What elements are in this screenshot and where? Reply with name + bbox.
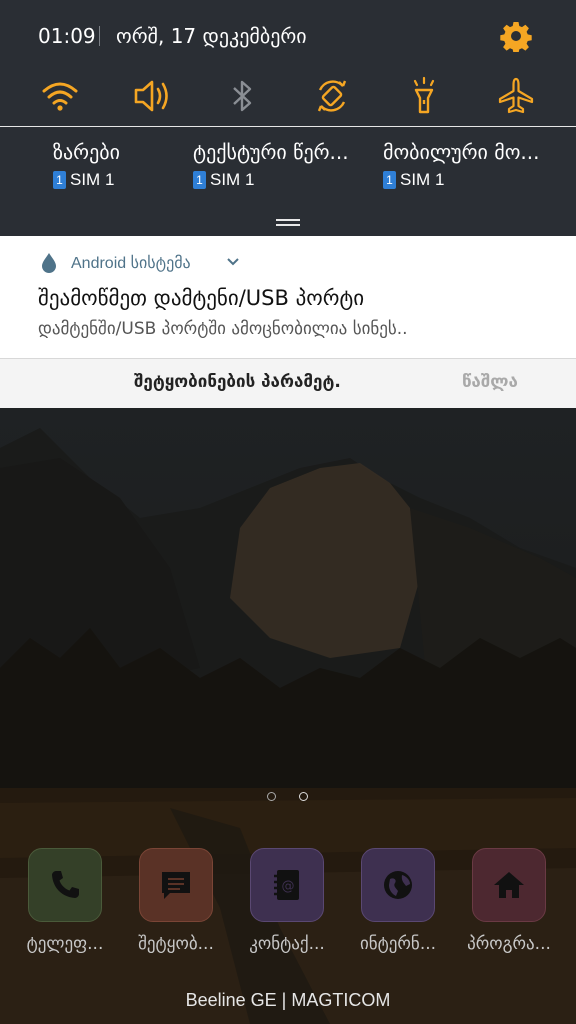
sim-badge-icon: 1	[193, 171, 206, 189]
phone-icon[interactable]	[28, 848, 102, 922]
internet-icon[interactable]	[361, 848, 435, 922]
sim-messages-label: SIM 1	[210, 170, 255, 189]
dock-internet[interactable]: ინტერნ...	[353, 848, 443, 954]
sim-mobile-data[interactable]: მობილური მო... 1 SIM 1	[383, 140, 539, 190]
sim-mobile-data-label: SIM 1	[400, 170, 445, 189]
dock-messages-label: შეტყობ...	[138, 934, 214, 954]
page-dot[interactable]	[299, 792, 308, 801]
page-indicator	[0, 790, 576, 804]
sim-messages-title: ტექსტური წერ...	[193, 140, 349, 164]
airplane-mode-icon[interactable]	[496, 76, 536, 116]
quick-settings	[0, 76, 576, 116]
bluetooth-icon[interactable]	[222, 76, 262, 116]
notification-settings-button[interactable]: შეტყობინების პარამეტ.	[134, 372, 341, 392]
notification-app-name: Android სისტემა	[71, 255, 191, 272]
shade-divider	[0, 126, 576, 127]
dock-messages[interactable]: შეტყობ...	[131, 848, 221, 954]
dock-phone[interactable]: ტელეფ...	[20, 848, 110, 954]
settings-gear-icon[interactable]	[500, 20, 532, 52]
sim-mobile-data-title: მობილური მო...	[383, 140, 540, 164]
status-row: 01:09 ორშ, 17 დეკემბერი	[0, 0, 576, 72]
page-dot-home-icon[interactable]	[267, 792, 276, 801]
drag-handle-icon[interactable]	[276, 219, 300, 221]
water-drop-icon	[42, 253, 56, 273]
clear-button[interactable]: წაშლა	[462, 372, 518, 392]
flashlight-icon[interactable]	[404, 76, 444, 116]
notification-actions: შეტყობინების პარამეტ. წაშლა	[0, 359, 576, 408]
sim-badge-icon: 1	[53, 171, 66, 189]
notification-card[interactable]: Android სისტემა შეამოწმეთ დამტენი/USB პო…	[0, 236, 576, 358]
messages-icon[interactable]	[139, 848, 213, 922]
sound-icon[interactable]	[132, 76, 172, 116]
clock: 01:09	[38, 24, 96, 48]
sim-calls-label: SIM 1	[70, 170, 115, 189]
notification-text: დამტენში/USB პორტში ამოცნობილია სინეს..	[38, 319, 408, 339]
sim-badge-icon: 1	[383, 171, 396, 189]
wifi-icon[interactable]	[40, 76, 80, 116]
contacts-icon[interactable]: @	[250, 848, 324, 922]
drag-handle-icon[interactable]	[276, 224, 300, 226]
sim-messages[interactable]: ტექსტური წერ... 1 SIM 1	[193, 140, 349, 190]
dock-apps-label: პროგრა...	[467, 934, 551, 954]
home-icon[interactable]	[472, 848, 546, 922]
svg-text:@: @	[282, 879, 295, 894]
carrier-label: Beeline GE | MAGTICOM	[185, 990, 391, 1010]
status-separator	[99, 26, 100, 46]
notification-shade: 01:09 ორშ, 17 დეკემბერი ზარები 1 SIM 1 ტ…	[0, 0, 576, 236]
date[interactable]: ორშ, 17 დეკემბერი	[116, 24, 307, 48]
dock-apps[interactable]: პროგრა...	[464, 848, 554, 954]
dock-internet-label: ინტერნ...	[359, 934, 437, 954]
dock-contacts[interactable]: @ კონტაქ...	[242, 848, 332, 954]
auto-rotate-icon[interactable]	[312, 76, 352, 116]
dock-phone-label: ტელეფ...	[26, 934, 104, 954]
sim-calls[interactable]: ზარები 1 SIM 1	[53, 140, 120, 190]
notification-title: შეამოწმეთ დამტენი/USB პორტი	[38, 286, 365, 310]
sim-calls-title: ზარები	[53, 140, 120, 164]
dock-contacts-label: კონტაქ...	[249, 934, 325, 954]
chevron-down-icon[interactable]	[226, 255, 240, 269]
